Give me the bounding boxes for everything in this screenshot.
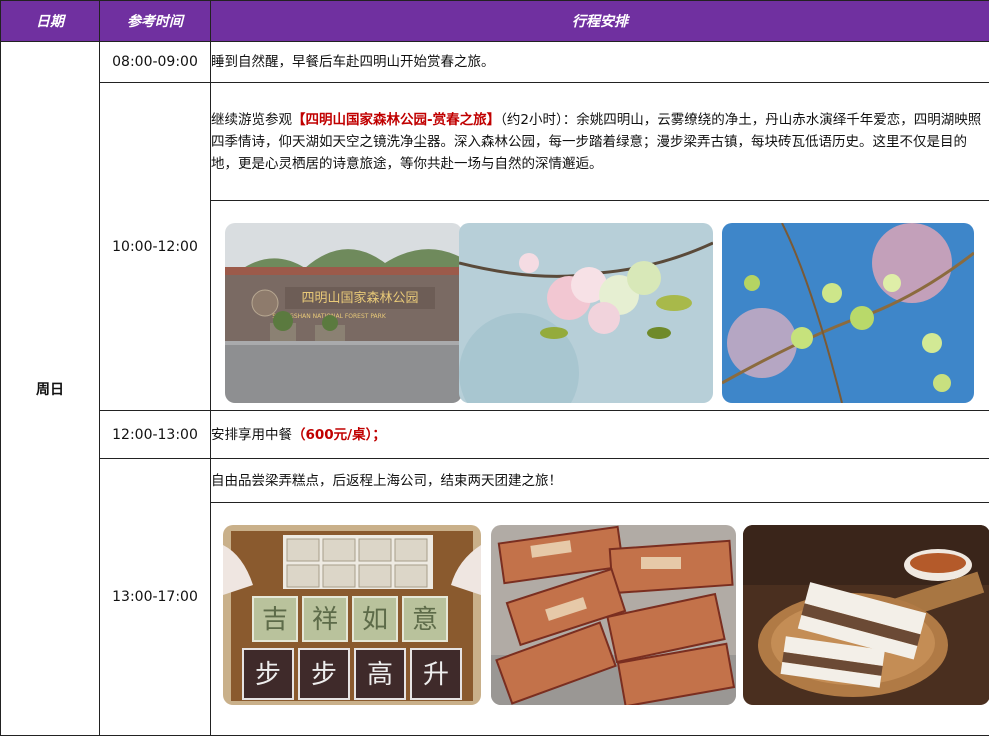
time-cell: 10:00-12:00 — [99, 82, 211, 411]
time-cell: 12:00-13:00 — [99, 410, 211, 459]
cake-label: 高 — [367, 660, 393, 690]
table-row: 周日 08:00-09:00 睡到自然醒，早餐后车赴四明山开始赏春之旅。 — [0, 41, 989, 736]
green-blossom-photo — [722, 223, 974, 403]
park-sign-text: 四明山国家森林公园 — [301, 290, 418, 306]
table-row: 10:00-12:00 继续游览参观【四明山国家森林公园-赏春之旅】（约2小时）… — [1, 82, 989, 411]
cake-label: 升 — [423, 660, 449, 690]
text-pre: 安排享用中餐 — [211, 426, 292, 443]
day-cell: 周日 — [0, 41, 100, 736]
itinerary-table: 日期 参考时间 行程安排 周日 08:00-09:00 睡到自然醒，早餐后车赴四… — [0, 0, 989, 736]
image-cell: 四明山国家森林公园 SIMINGSHAN NATIONAL FOREST PAR… — [210, 200, 989, 411]
cake-label: 步 — [255, 660, 281, 690]
cake-label: 如 — [362, 605, 388, 635]
table-row: 13:00-17:00 自由品尝梁弄糕点，后返程上海公司，结束两天团建之旅！ — [1, 458, 989, 736]
schedule-text: 继续游览参观【四明山国家森林公园-赏春之旅】（约2小时）：余姚四明山，云雾缭绕的… — [210, 82, 989, 201]
time-cell: 08:00-09:00 — [99, 41, 211, 83]
cherry-blossom-photo — [459, 223, 713, 403]
park-entrance-photo: 四明山国家森林公园 SIMINGSHAN NATIONAL FOREST PAR… — [225, 223, 462, 403]
price-highlight: （600元/桌）； — [292, 426, 386, 443]
cake-label: 步 — [311, 660, 337, 690]
layered-cake-tea-photo — [743, 525, 989, 705]
image-cell: 吉 祥 如 意 步 步 高 升 — [210, 502, 989, 736]
schedule-text: 睡到自然醒，早餐后车赴四明山开始赏春之旅。 — [210, 41, 989, 83]
cake-label: 祥 — [312, 605, 338, 635]
schedule-text: 安排享用中餐（600元/桌）； — [210, 410, 989, 459]
header-schedule: 行程安排 — [210, 0, 989, 42]
schedule-text: 自由品尝梁弄糕点，后返程上海公司，结束两天团建之旅！ — [210, 458, 989, 503]
cake-label: 吉 — [262, 605, 288, 635]
attraction-highlight: 【四明山国家森林公园-赏春之旅】 — [292, 111, 501, 128]
time-cell: 13:00-17:00 — [99, 458, 211, 736]
wrapped-cake-photo — [491, 525, 736, 705]
rice-cake-tray-photo: 吉 祥 如 意 步 步 高 升 — [223, 525, 481, 705]
header-date: 日期 — [0, 0, 100, 42]
header-row: 日期 参考时间 行程安排 — [0, 0, 989, 42]
header-time: 参考时间 — [99, 0, 211, 42]
table-row: 12:00-13:00 安排享用中餐（600元/桌）； — [1, 410, 989, 459]
cake-label: 意 — [412, 605, 438, 635]
text-pre: 继续游览参观 — [211, 111, 292, 128]
